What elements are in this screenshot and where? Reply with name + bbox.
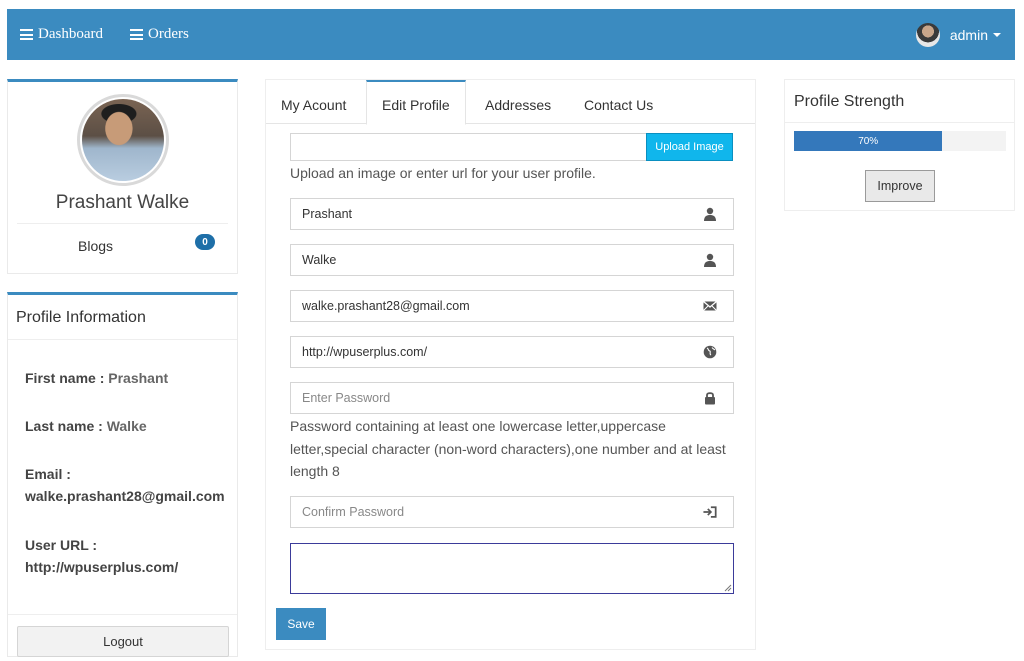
divider <box>785 122 1014 123</box>
profile-photo <box>82 99 164 181</box>
profile-card: Prashant Walke Blogs 0 <box>7 79 238 274</box>
tab-edit-profile[interactable]: Edit Profile <box>366 80 466 125</box>
tab-addresses[interactable]: Addresses <box>485 80 551 124</box>
info-email: Email : walke.prashant28@gmail.com <box>25 463 225 507</box>
password-help-text: Password containing at least one lowerca… <box>290 418 726 479</box>
improve-button[interactable]: Improve <box>865 170 935 202</box>
last-name-value: Walke <box>106 418 147 434</box>
nav-orders-link[interactable]: Orders <box>130 9 189 60</box>
url-input-value: http://wpuserplus.com/ <box>302 345 428 359</box>
tab-my-account[interactable]: My Acount <box>281 80 346 124</box>
user-icon <box>704 253 716 267</box>
user-icon <box>704 207 716 221</box>
divider <box>8 339 237 340</box>
last-name-field[interactable]: Walke <box>290 244 734 276</box>
profile-information-card: Profile Information First name : Prashan… <box>7 292 238 657</box>
first-name-value: Prashant <box>108 370 169 386</box>
password-field[interactable]: Enter Password <box>290 382 734 414</box>
last-name-label: Last name : <box>25 418 103 434</box>
info-user-url: User URL : http://wpuserplus.com/ <box>25 534 178 578</box>
password-placeholder: Enter Password <box>302 391 391 405</box>
nav-dashboard-label: Dashboard <box>38 26 103 42</box>
profile-name: Prashant Walke <box>55 192 190 213</box>
email-field[interactable]: walke.prashant28@gmail.com <box>290 290 734 322</box>
profile-information-title: Profile Information <box>16 309 146 326</box>
edit-profile-panel: My Acount Edit Profile Addresses Contact… <box>265 79 756 650</box>
nav-dashboard-link[interactable]: Dashboard <box>20 9 103 60</box>
menu-icon <box>20 29 33 40</box>
last-name-input-value: Walke <box>302 253 337 267</box>
bio-textarea[interactable] <box>290 543 734 594</box>
globe-icon <box>703 345 717 359</box>
url-value: http://wpuserplus.com/ <box>25 559 179 575</box>
tab-contact-us[interactable]: Contact Us <box>584 80 653 124</box>
website-url-field[interactable]: http://wpuserplus.com/ <box>290 336 734 368</box>
url-label: User URL : <box>25 537 98 553</box>
upload-image-button[interactable]: Upload Image <box>646 133 733 161</box>
profile-strength-progress: 70% <box>794 131 1006 151</box>
info-first-name: First name : Prashant <box>25 367 168 389</box>
upload-help-text: Upload an image or enter url for your us… <box>290 165 596 181</box>
image-url-input[interactable] <box>290 133 647 161</box>
first-name-label: First name : <box>25 370 105 386</box>
blogs-count-badge: 0 <box>195 234 215 250</box>
profile-strength-title: Profile Strength <box>794 93 905 110</box>
info-last-name: Last name : Walke <box>25 415 147 437</box>
email-input-value: walke.prashant28@gmail.com <box>302 299 470 313</box>
lock-icon <box>705 392 715 405</box>
save-button[interactable]: Save <box>276 608 326 640</box>
email-label: Email : <box>25 466 71 482</box>
divider <box>17 223 228 224</box>
nav-orders-label: Orders <box>148 26 189 42</box>
email-value: walke.prashant28@gmail.com <box>25 488 225 504</box>
menu-icon <box>130 29 143 40</box>
blogs-link[interactable]: Blogs <box>78 238 113 254</box>
user-name: admin <box>949 26 988 43</box>
divider <box>8 614 237 615</box>
first-name-field[interactable]: Prashant <box>290 198 734 230</box>
user-avatar <box>915 22 940 47</box>
profile-strength-panel: Profile Strength 70% Improve <box>784 79 1015 211</box>
envelope-icon <box>703 301 717 311</box>
caret-down-icon <box>993 32 1001 37</box>
user-menu[interactable]: admin <box>915 9 1001 60</box>
confirm-password-placeholder: Confirm Password <box>302 505 405 519</box>
sign-in-icon <box>703 506 717 518</box>
resize-handle-icon[interactable] <box>724 584 732 592</box>
logout-button[interactable]: Logout <box>17 626 229 657</box>
profile-avatar <box>77 94 169 186</box>
progress-fill: 70% <box>794 131 943 151</box>
confirm-password-field[interactable]: Confirm Password <box>290 496 734 528</box>
profile-tabs: My Acount Edit Profile Addresses Contact… <box>266 80 755 125</box>
top-navbar: Dashboard Orders admin <box>7 9 1015 60</box>
first-name-input-value: Prashant <box>302 207 353 221</box>
